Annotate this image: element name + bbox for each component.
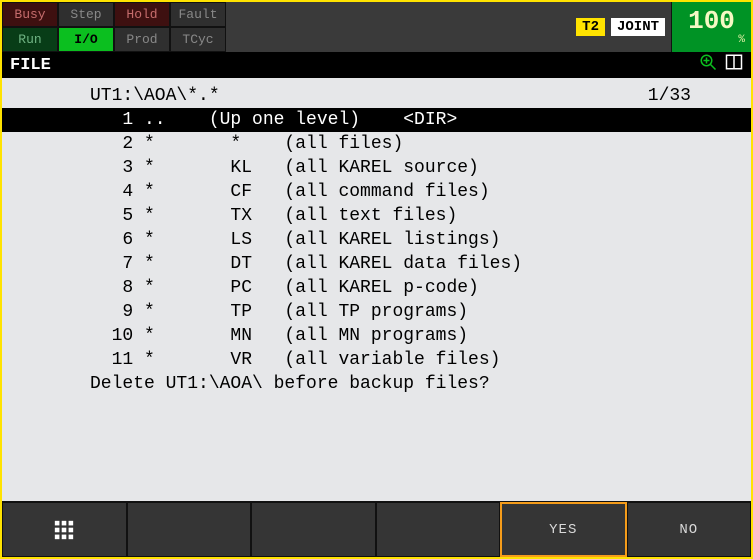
file-row[interactable]: 7 * DT (all KAREL data files): [2, 252, 751, 276]
path-line: UT1:\AOA\*.* 1/33: [2, 84, 751, 108]
file-row[interactable]: 4 * CF (all command files): [2, 180, 751, 204]
file-row[interactable]: 3 * KL (all KAREL source): [2, 156, 751, 180]
softkey-f1[interactable]: [127, 502, 252, 557]
list-counter: 1/33: [648, 84, 691, 108]
file-row[interactable]: 10 * MN (all MN programs): [2, 324, 751, 348]
file-row[interactable]: 9 * TP (all TP programs): [2, 300, 751, 324]
softkey-bar: YES NO: [2, 501, 751, 557]
file-row[interactable]: 5 * TX (all text files): [2, 204, 751, 228]
status-hold: Hold: [114, 2, 170, 27]
screen-title: FILE: [10, 56, 51, 75]
file-listing: UT1:\AOA\*.* 1/33 1 .. (Up one level) <D…: [2, 78, 751, 501]
top-right-panel: T2 JOINT: [226, 2, 671, 52]
confirm-prompt: Delete UT1:\AOA\ before backup files?: [2, 372, 751, 396]
file-row[interactable]: 2 * * (all files): [2, 132, 751, 156]
zoom-in-icon[interactable]: [699, 53, 717, 77]
top-status-area: Busy Step Hold Fault Run I/O Prod TCyc T…: [2, 2, 751, 52]
status-busy: Busy: [2, 2, 58, 27]
softkey-f3[interactable]: [376, 502, 501, 557]
status-run: Run: [2, 27, 58, 52]
file-row[interactable]: 1 .. (Up one level) <DIR>: [2, 108, 751, 132]
status-fault: Fault: [170, 2, 226, 27]
softkey-f2[interactable]: [251, 502, 376, 557]
override-speed-unit: %: [738, 34, 745, 46]
status-tcyc: TCyc: [170, 27, 226, 52]
current-path: UT1:\AOA\*.*: [90, 84, 648, 108]
coord-badge: JOINT: [611, 18, 665, 36]
mode-badge: T2: [576, 18, 605, 36]
teach-pendant-frame: Busy Step Hold Fault Run I/O Prod TCyc T…: [0, 0, 753, 559]
override-speed-value: 100: [688, 8, 735, 34]
file-row[interactable]: 6 * LS (all KAREL listings): [2, 228, 751, 252]
split-screen-icon[interactable]: [725, 53, 743, 77]
status-step: Step: [58, 2, 114, 27]
override-speed[interactable]: 100 %: [671, 2, 751, 52]
file-row[interactable]: 11 * VR (all variable files): [2, 348, 751, 372]
softkey-yes[interactable]: YES: [500, 502, 627, 557]
screen-title-bar: FILE: [2, 52, 751, 78]
menu-grid-button[interactable]: [2, 502, 127, 557]
status-io[interactable]: I/O: [58, 27, 114, 52]
status-prod: Prod: [114, 27, 170, 52]
file-row[interactable]: 8 * PC (all KAREL p-code): [2, 276, 751, 300]
status-led-grid: Busy Step Hold Fault Run I/O Prod TCyc: [2, 2, 226, 52]
softkey-no[interactable]: NO: [627, 502, 752, 557]
